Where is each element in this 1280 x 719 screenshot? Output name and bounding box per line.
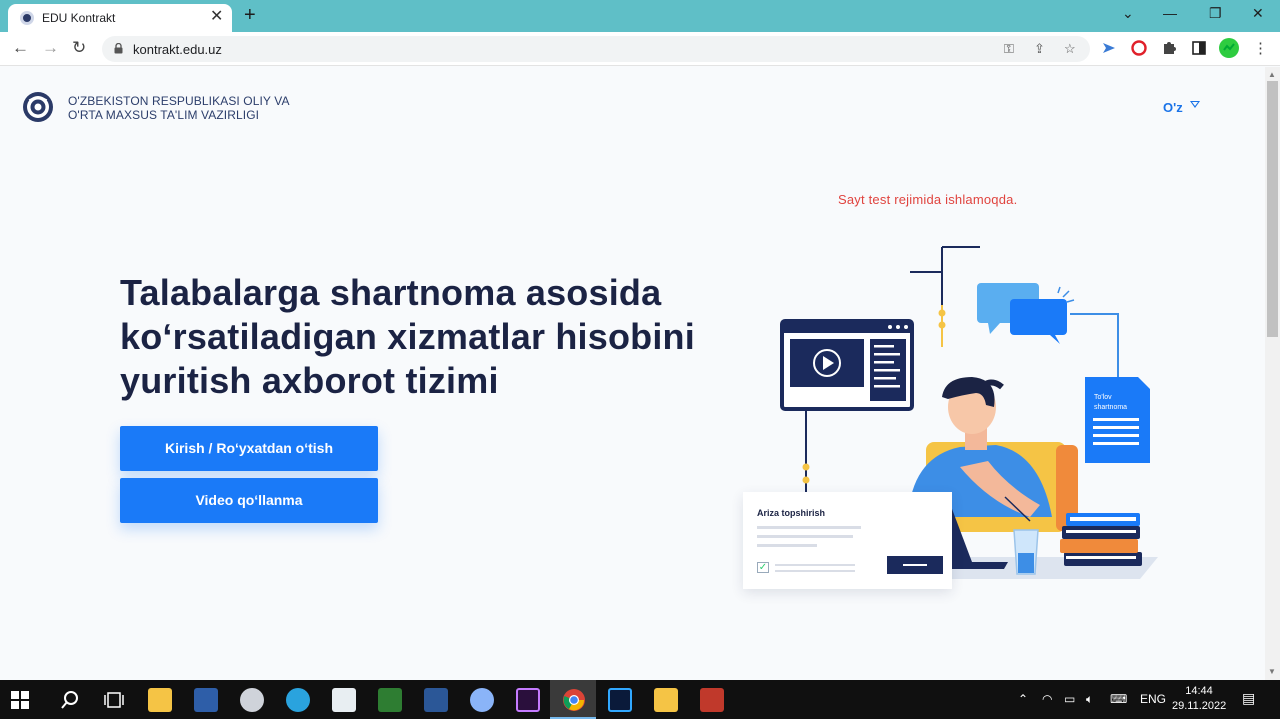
application-card: Ariza topshirish ✓ [743,492,952,589]
page-content: O'ZBEKISTON RESPUBLIKASI OLIY VA O'RTA M… [0,67,1265,680]
address-bar[interactable]: kontrakt.edu.uz ⚿ ⇪ ☆ [102,36,1090,62]
wifi-icon[interactable]: ◠ [1042,692,1052,706]
back-icon[interactable]: ← [12,38,29,58]
windows-taskbar: ⌃ ◠ ▭ 🔈︎ ⌨︎ ENG 14:44 29.11.2022 ▤ [0,680,1280,719]
page-title-line1: Talabalarga shartnoma asosida [120,272,662,313]
app-icon[interactable] [240,688,264,712]
opera-icon[interactable] [1130,39,1148,57]
keyboard-icon[interactable]: ⌨︎ [1110,692,1127,706]
new-tab-icon[interactable]: + [244,4,256,26]
ministry-logo-icon [23,92,53,122]
browser-menu-icon[interactable]: ⋮ [1253,39,1268,59]
app-icon[interactable] [378,688,402,712]
save-app-icon[interactable] [194,688,218,712]
login-register-button[interactable]: Kirish / Roʻyxatdan oʻtish [120,426,378,471]
tray-chevron-icon[interactable]: ⌃ [1018,692,1028,706]
scroll-down-icon[interactable]: ▼ [1268,667,1276,676]
app-icon[interactable] [470,688,494,712]
search-icon[interactable] [58,688,82,712]
card-line [775,564,855,566]
volume-icon[interactable]: 🔈︎ [1086,692,1093,707]
forward-icon[interactable]: → [42,38,59,58]
document-title-line1: To'lov [1094,394,1112,401]
checkbox-icon: ✓ [757,562,769,573]
card-submit-button [887,556,943,574]
battery-icon[interactable]: ▭ [1064,692,1075,706]
application-card-title: Ariza topshirish [757,508,826,518]
share-icon[interactable]: ⇪ [1034,41,1045,57]
notepad-icon[interactable] [332,688,356,712]
ministry-name-line2: O'RTA MAXSUS TA'LIM VAZIRLIGI [68,108,260,122]
browser-tab-bar: EDU Kontrakt ✕ + ⌄ — ❐ ✕ [0,0,1280,32]
card-line [757,526,861,529]
input-language[interactable]: ENG [1140,692,1166,706]
browser-tab[interactable]: EDU Kontrakt ✕ [8,4,232,32]
key-icon[interactable]: ⚿ [1004,41,1014,57]
page-title-line2: koʻrsatiladigan xizmatlar hisobini [120,316,695,357]
card-line [775,570,855,572]
scrollbar-thumb[interactable] [1267,81,1278,337]
taskbar-clock[interactable]: 14:44 29.11.2022 [1172,684,1226,714]
side-panel-icon[interactable] [1190,39,1208,57]
video-guide-button[interactable]: Video qoʻllanma [120,478,378,523]
bookmark-star-icon[interactable]: ☆ [1064,41,1076,57]
telegram-icon[interactable] [286,688,310,712]
extension-arrow-icon[interactable] [1100,39,1118,57]
language-selector[interactable]: O'z [1163,100,1183,115]
tab-search-icon[interactable]: ⌄ [1122,5,1134,22]
lock-icon [114,43,123,54]
profile-avatar-icon[interactable] [1219,38,1239,58]
minimize-icon[interactable]: — [1163,5,1177,21]
browser-toolbar: ← → ↻ kontrakt.edu.uz ⚿ ⇪ ☆ ⋮ [0,32,1280,66]
chevron-down-icon[interactable] [1190,101,1200,108]
ministry-name-line1: O'ZBEKISTON RESPUBLIKASI OLIY VA [68,94,290,108]
url-text: kontrakt.edu.uz [133,42,222,57]
premiere-pro-icon[interactable] [516,688,540,712]
task-view-icon[interactable] [102,688,126,712]
app-icon[interactable] [700,688,724,712]
extensions-puzzle-icon[interactable] [1160,39,1178,57]
file-explorer-icon[interactable] [148,688,172,712]
tab-title: EDU Kontrakt [42,11,116,25]
page-scrollbar[interactable]: ▲ ▼ [1265,67,1280,680]
notifications-icon[interactable]: ▤ [1242,690,1255,707]
word-icon[interactable] [424,688,448,712]
reload-icon[interactable]: ↻ [72,38,86,58]
site-favicon-icon [20,11,34,25]
card-line [757,535,853,538]
clock-time: 14:44 [1185,685,1213,697]
ministry-name: O'ZBEKISTON RESPUBLIKASI OLIY VA O'RTA M… [68,94,290,122]
document-title-line2: shartnoma [1094,404,1127,411]
page-title-line3: yuritish axborot tizimi [120,360,499,401]
card-line [757,544,817,547]
restore-icon[interactable]: ❐ [1209,5,1222,22]
tab-close-icon[interactable]: ✕ [210,8,223,26]
clock-date: 29.11.2022 [1172,700,1227,712]
close-window-icon[interactable]: ✕ [1252,5,1264,22]
windows-start-icon[interactable] [10,690,30,710]
scroll-up-icon[interactable]: ▲ [1268,70,1276,79]
chrome-icon[interactable] [562,688,586,712]
page-title: Talabalarga shartnoma asosida koʻrsatila… [120,271,740,403]
app-icon[interactable] [654,688,678,712]
photoshop-icon[interactable] [608,688,632,712]
test-mode-notice: Sayt test rejimida ishlamoqda. [838,192,1018,207]
